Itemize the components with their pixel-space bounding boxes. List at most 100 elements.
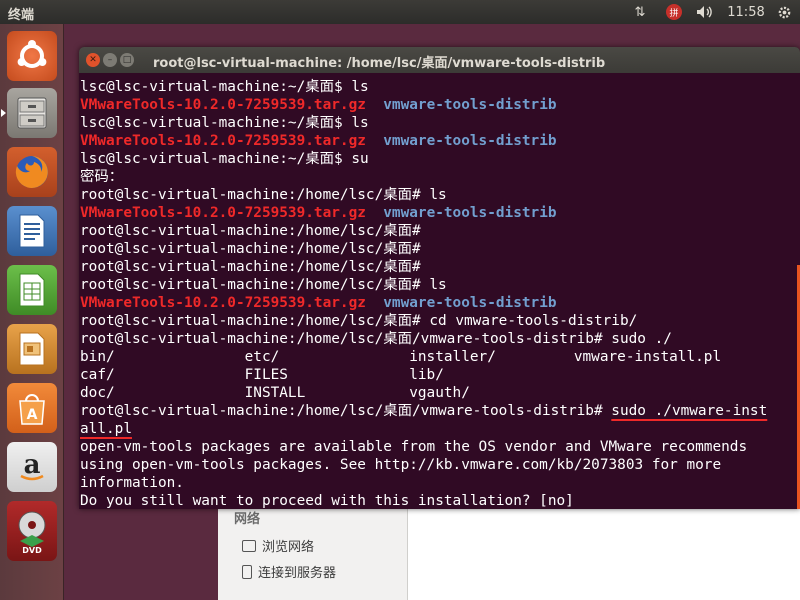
terminal-line: 密码： [80, 168, 800, 186]
network-icon [242, 539, 256, 552]
ubuntu-logo-icon [17, 40, 47, 68]
terminal-line: root@lsc-virtual-machine:/home/lsc/桌面# [80, 240, 800, 258]
terminal-line: root@lsc-virtual-machine:/home/lsc/桌面# l… [80, 276, 800, 294]
terminal-line: lsc@lsc-virtual-machine:~/桌面$ ls [80, 78, 800, 96]
terminal-line: lsc@lsc-virtual-machine:~/桌面$ ls [80, 114, 800, 132]
terminal-line: Do you still want to proceed with this i… [80, 492, 800, 509]
terminal-line: root@lsc-virtual-machine:/home/lsc/桌面# l… [80, 186, 800, 204]
network-section-heading: 网络 [234, 512, 261, 527]
file-manager-content-fragment [408, 506, 800, 600]
terminal-text: doc/ INSTALL vgauth/ [80, 385, 470, 401]
writer-document-icon [19, 214, 45, 248]
minimize-icon[interactable]: – [103, 53, 117, 67]
terminal-line: root@lsc-virtual-machine:/home/lsc/桌面# [80, 258, 800, 276]
shopping-bag-icon: A [19, 394, 45, 425]
clock[interactable]: 11:58 [724, 3, 768, 21]
input-method-indicator[interactable]: 拼 [664, 3, 684, 21]
active-app-title: 终端 [8, 8, 35, 23]
browse-network-label: 浏览网络 [262, 540, 315, 555]
software-letter: A [27, 407, 38, 423]
terminal-text: vmware-tools-distrib [383, 205, 557, 221]
terminal-line: caf/ FILES lib/ [80, 366, 800, 384]
terminal-text: open-vm-tools packages are available fro… [80, 439, 748, 455]
amazon-icon: a [20, 450, 44, 481]
terminal-text: lsc@lsc-virtual-machine:~/桌面$ ls [80, 79, 369, 95]
terminal-text: using open-vm-tools packages. See http:/… [80, 457, 722, 473]
close-icon[interactable]: ✕ [86, 53, 100, 67]
amazon-letter: a [24, 450, 41, 480]
terminal-title: root@lsc-virtual-machine: /home/lsc/桌面/v… [153, 56, 606, 71]
terminal-text: root@lsc-virtual-machine:/home/lsc/桌面# c… [80, 313, 638, 329]
terminal-line: root@lsc-virtual-machine:/home/lsc/桌面/vm… [80, 330, 800, 348]
input-method-icon: 拼 [666, 4, 682, 20]
terminal-text: vmware-tools-distrib [383, 295, 557, 311]
terminal-line: bin/ etc/ installer/ vmware-install.pl [80, 348, 800, 366]
browse-network-item[interactable]: 浏览网络 [242, 536, 314, 555]
terminal-line: VMwareTools-10.2.0-7259539.tar.gz vmware… [80, 132, 800, 150]
launcher-files-button[interactable] [1, 88, 57, 138]
terminal-titlebar[interactable]: ✕ – □ root@lsc-virtual-machine: /home/ls… [79, 47, 800, 73]
terminal-line: VMwareTools-10.2.0-7259539.tar.gz vmware… [80, 96, 800, 114]
running-indicator [1, 109, 6, 117]
launcher-dash-button[interactable] [7, 31, 57, 81]
terminal-text: lsc@lsc-virtual-machine:~/桌面$ ls [80, 115, 369, 131]
launcher-firefox-button[interactable] [7, 147, 57, 197]
terminal-output[interactable]: lsc@lsc-virtual-machine:~/桌面$ ls VMwareTo… [79, 73, 800, 509]
terminal-window[interactable]: ✕ – □ root@lsc-virtual-machine: /home/ls… [79, 47, 800, 509]
maximize-icon[interactable]: □ [120, 53, 134, 67]
terminal-text: vmware-tools-distrib [383, 133, 557, 149]
terminal-text: VMwareTools-10.2.0-7259539.tar.gz [80, 205, 366, 221]
terminal-text: VMwareTools-10.2.0-7259539.tar.gz [80, 295, 366, 311]
terminal-text: root@lsc-virtual-machine:/home/lsc/桌面/vm… [80, 331, 672, 347]
terminal-text: sudo ./vmware-inst [611, 403, 768, 419]
server-icon [242, 564, 252, 579]
terminal-text: VMwareTools-10.2.0-7259539.tar.gz [80, 133, 366, 149]
terminal-line: VMwareTools-10.2.0-7259539.tar.gz vmware… [80, 204, 800, 222]
terminal-text: all.pl [80, 421, 132, 437]
connect-to-server-label: 连接到服务器 [258, 566, 337, 581]
terminal-line: open-vm-tools packages are available fro… [80, 438, 800, 456]
terminal-line: root@lsc-virtual-machine:/home/lsc/桌面# [80, 222, 800, 240]
terminal-text: root@lsc-virtual-machine:/home/lsc/桌面# [80, 259, 421, 275]
dvd-icon: DVD [18, 511, 46, 555]
terminal-text: root@lsc-virtual-machine:/home/lsc/桌面# [80, 241, 421, 257]
terminal-text: lsc@lsc-virtual-machine:~/桌面$ su [80, 151, 369, 167]
launcher-writer-button[interactable] [7, 206, 57, 256]
terminal-text: vmware-tools-distrib [383, 97, 557, 113]
terminal-text: information. [80, 475, 184, 491]
terminal-text: caf/ FILES lib/ [80, 367, 444, 383]
terminal-text: bin/ etc/ installer/ vmware-install.pl [80, 349, 722, 365]
launcher-calc-button[interactable] [7, 265, 57, 315]
file-manager-sidebar-fragment: 网络 浏览网络 连接到服务器 [218, 506, 408, 600]
launcher-impress-button[interactable] [7, 324, 57, 374]
terminal-line: VMwareTools-10.2.0-7259539.tar.gz vmware… [80, 294, 800, 312]
terminal-line: lsc@lsc-virtual-machine:~/桌面$ su [80, 150, 800, 168]
terminal-line: all.pl [80, 420, 800, 438]
power-gear-icon[interactable] [774, 3, 794, 21]
terminal-text: VMwareTools-10.2.0-7259539.tar.gz [80, 97, 366, 113]
terminal-text: root@lsc-virtual-machine:/home/lsc/桌面# l… [80, 187, 447, 203]
terminal-line: root@lsc-virtual-machine:/home/lsc/桌面/vm… [80, 402, 800, 420]
connect-to-server-item[interactable]: 连接到服务器 [242, 562, 336, 581]
launcher-dvd-button[interactable]: DVD [7, 501, 57, 561]
terminal-text: root@lsc-virtual-machine:/home/lsc/桌面# [80, 223, 421, 239]
calc-spreadsheet-icon [19, 273, 45, 307]
dvd-label: DVD [22, 546, 42, 555]
terminal-text: 密码： [80, 169, 124, 185]
terminal-text: root@lsc-virtual-machine:/home/lsc/桌面/vm… [80, 403, 612, 419]
terminal-line: using open-vm-tools packages. See http:/… [80, 456, 800, 474]
top-panel: 终端 ⇅ 拼 11:58 [0, 0, 800, 24]
volume-icon[interactable] [694, 3, 716, 21]
terminal-text: root@lsc-virtual-machine:/home/lsc/桌面# l… [80, 277, 447, 293]
launcher-software-center-button[interactable]: A [7, 383, 57, 433]
impress-presentation-icon [19, 332, 45, 366]
network-arrows-icon[interactable]: ⇅ [630, 3, 650, 21]
launcher: A a DVD [0, 24, 64, 600]
file-cabinet-icon [17, 97, 47, 129]
terminal-line: doc/ INSTALL vgauth/ [80, 384, 800, 402]
terminal-text: Do you still want to proceed with this i… [80, 493, 574, 509]
launcher-amazon-button[interactable]: a [7, 442, 57, 492]
terminal-line: root@lsc-virtual-machine:/home/lsc/桌面# c… [80, 312, 800, 330]
